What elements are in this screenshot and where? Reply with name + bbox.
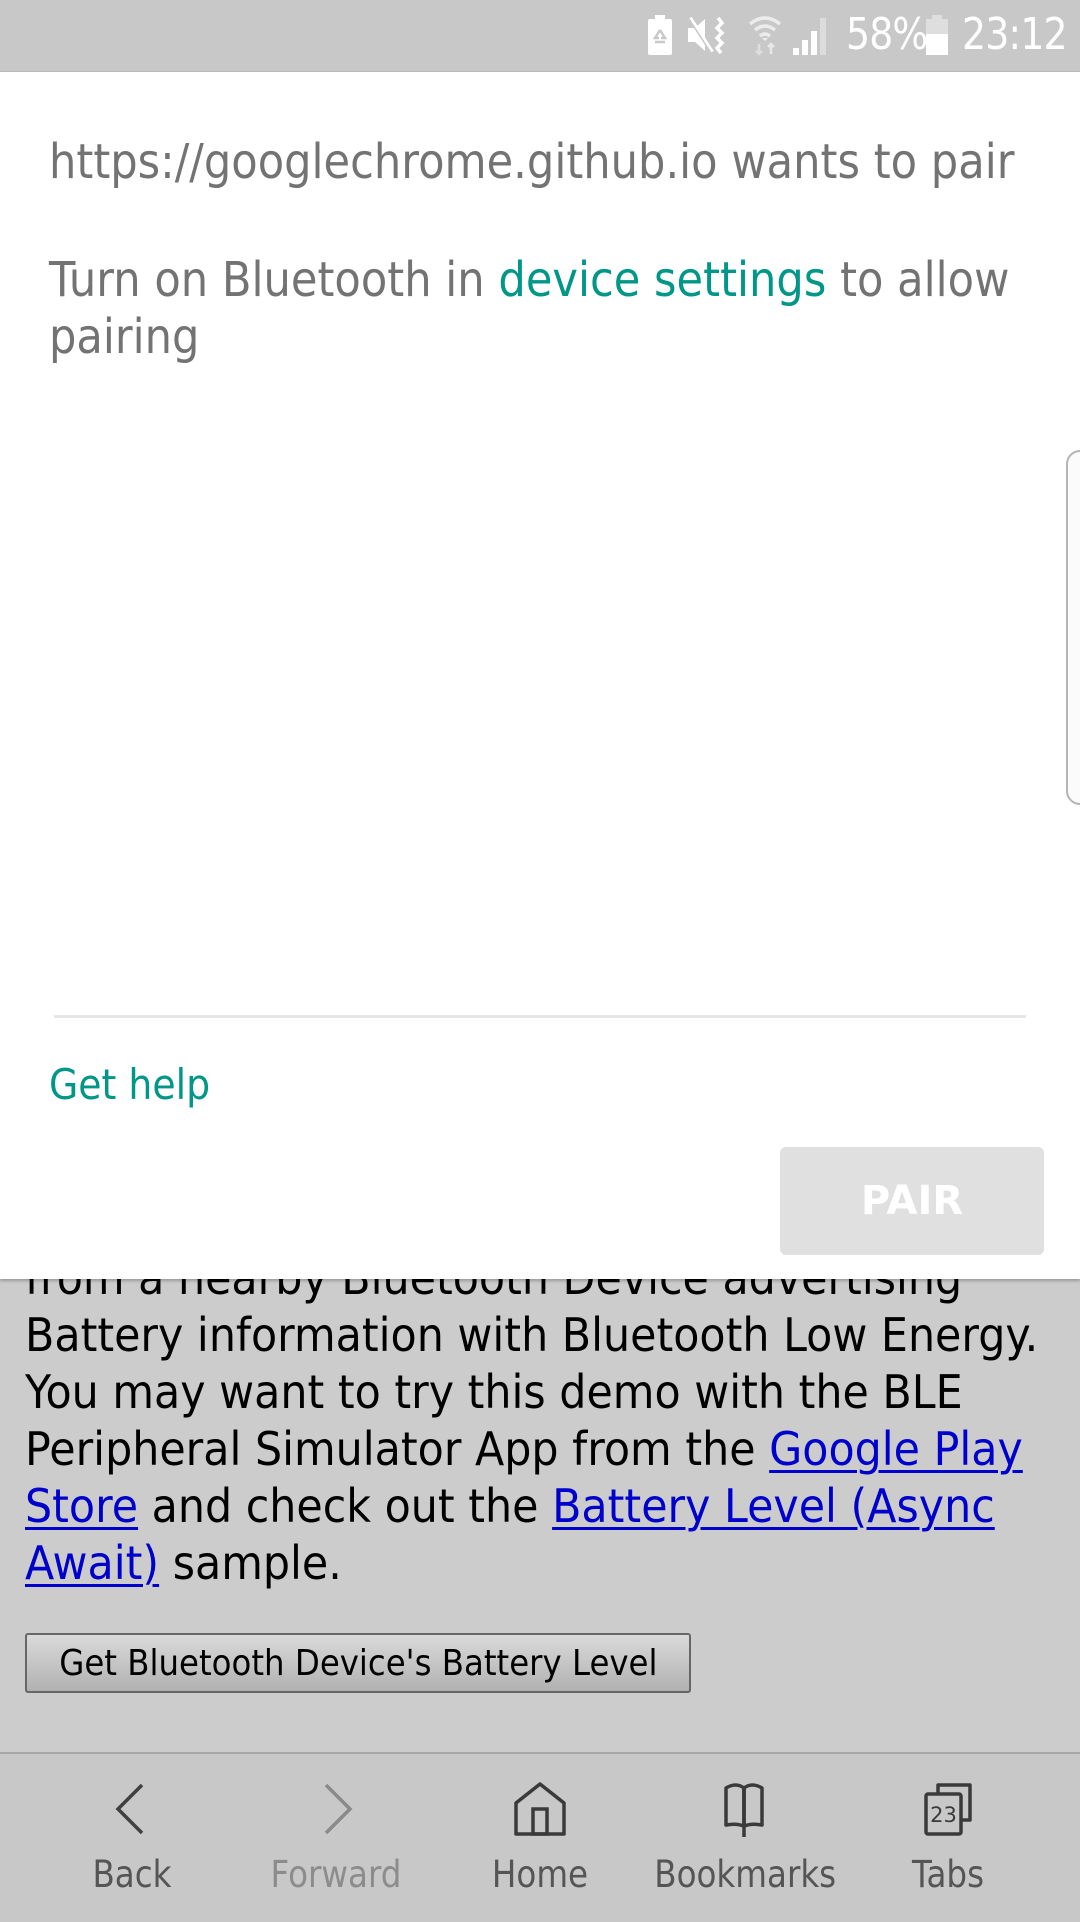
page-text-line: Battery information with Bluetooth Low E…: [25, 1308, 1039, 1362]
page-text-line: Store and check out the Battery Level (A…: [25, 1479, 995, 1533]
nav-tabs-button[interactable]: 23 Tabs: [846, 1754, 1050, 1920]
mute-vibrate-icon: [688, 16, 725, 55]
cellular-signal-icon: [793, 18, 826, 55]
google-play-store-link[interactable]: Store: [25, 1479, 138, 1533]
nav-back-button[interactable]: Back: [30, 1754, 234, 1920]
browser-bottom-nav: Back Forward Home Bookmarks 23 Tabs: [0, 1752, 1080, 1922]
tab-count: 23: [930, 1803, 957, 1827]
battery-percent: 58%: [846, 9, 928, 60]
chevron-left-icon: [115, 1783, 144, 1835]
pair-button[interactable]: PAIR: [780, 1147, 1044, 1255]
nav-forward-button[interactable]: Forward: [234, 1754, 438, 1920]
battery-level-async-await-link[interactable]: Await): [25, 1536, 159, 1590]
status-bar: 58% 23:12: [0, 0, 1080, 72]
edge-panel-handle[interactable]: [1066, 450, 1080, 805]
page-text-line: You may want to try this demo with the B…: [25, 1365, 963, 1419]
dialog-message: Turn on Bluetooth in device settings to …: [49, 252, 1010, 365]
nav-bookmarks-button[interactable]: Bookmarks: [642, 1754, 846, 1920]
page-text-line: Await) sample.: [25, 1536, 342, 1590]
bookmarks-icon: [724, 1783, 764, 1837]
get-help-link[interactable]: Get help: [49, 1060, 210, 1110]
tabs-icon: 23: [924, 1783, 972, 1836]
clock: 23:12: [962, 9, 1068, 60]
dialog-title: https://googlechrome.github.io wants to …: [49, 134, 1015, 190]
battery-level-async-await-link[interactable]: Battery Level (Async: [552, 1479, 995, 1533]
battery-icon: [926, 15, 948, 55]
get-battery-level-button[interactable]: Get Bluetooth Device's Battery Level: [25, 1633, 691, 1693]
chevron-right-icon: [324, 1783, 353, 1835]
page-text-line: Peripheral Simulator App from the Google…: [25, 1422, 1023, 1476]
nav-home-button[interactable]: Home: [438, 1754, 642, 1920]
battery-saver-icon: [648, 15, 672, 55]
bluetooth-pair-dialog: https://googlechrome.github.io wants to …: [0, 72, 1080, 1279]
device-settings-link[interactable]: device settings: [498, 252, 826, 308]
dialog-divider: [54, 1015, 1026, 1018]
wifi-icon: [748, 16, 782, 56]
home-icon: [514, 1782, 566, 1836]
google-play-store-link[interactable]: Google Play: [769, 1422, 1023, 1476]
